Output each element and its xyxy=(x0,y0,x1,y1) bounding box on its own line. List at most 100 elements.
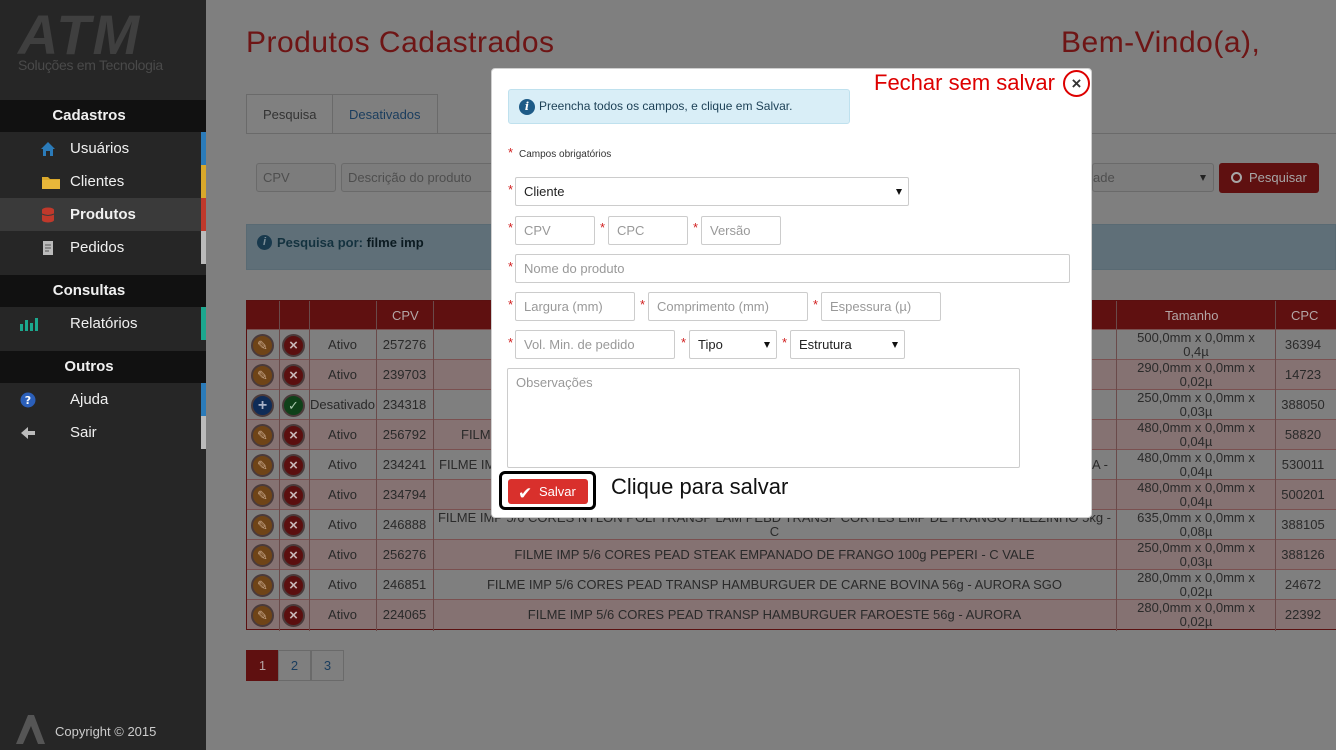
chevron-down-icon xyxy=(764,342,770,348)
delete-icon[interactable] xyxy=(282,364,305,387)
sidebar-item-label: Relatórios xyxy=(70,315,138,332)
cpv-input[interactable]: CPV xyxy=(515,216,595,245)
vol-min-input[interactable]: Vol. Min. de pedido xyxy=(515,330,675,359)
select-value: ade xyxy=(1093,170,1115,185)
required-star: * xyxy=(508,335,514,350)
delete-icon[interactable] xyxy=(282,514,305,537)
modal-close-button[interactable]: × xyxy=(1063,70,1090,97)
cliente-select[interactable]: Cliente xyxy=(515,177,909,206)
size-line: 635,0mm x 0,0mm x xyxy=(1137,510,1255,525)
description-cell: FILME IMP 5/6 CORES PEAD TRANSP HAMBURGU… xyxy=(527,607,1022,622)
search-description-input[interactable]: Descrição do produto xyxy=(341,163,501,192)
document-icon xyxy=(43,241,53,255)
close-annotation: Fechar sem salvar xyxy=(874,70,1055,95)
delete-icon[interactable] xyxy=(282,544,305,567)
size-line: 250,0mm x 0,0mm x xyxy=(1137,390,1255,405)
folder-icon xyxy=(42,177,60,189)
search-button[interactable]: Pesquisar xyxy=(1219,163,1319,193)
edit-icon[interactable] xyxy=(251,364,274,387)
sidebar-item-clientes[interactable]: Clientes xyxy=(0,165,206,198)
sidebar-item-label: Usuários xyxy=(70,140,130,157)
size-line: 0,08µ xyxy=(1179,524,1213,539)
cpv-cell: 234241 xyxy=(382,457,427,472)
required-note: Campos obrigatórios xyxy=(519,149,612,160)
brand-mark-icon xyxy=(16,715,45,744)
search-cpv-input[interactable]: CPV xyxy=(256,163,336,192)
description-cell: FILME IMP 5/6 CORES PEAD TRANSP HAMBURGU… xyxy=(486,577,1063,592)
delete-icon[interactable] xyxy=(282,334,305,357)
edit-icon[interactable] xyxy=(251,514,274,537)
sidebar-item-usuarios[interactable]: Usuários xyxy=(0,132,206,165)
new-product-modal: i Preencha todos os campos, e clique em … xyxy=(491,68,1092,518)
sidebar-item-ajuda[interactable]: ? Ajuda xyxy=(0,383,206,416)
size-line: 480,0mm x 0,0mm x xyxy=(1137,420,1255,435)
cpc-cell: 22392 xyxy=(1284,607,1322,622)
search-icon xyxy=(1231,172,1242,183)
required-star: * xyxy=(693,220,699,235)
size-cell: 480,0mm x 0,0mm x 0,04µ xyxy=(1117,421,1275,449)
bar-chart-icon xyxy=(20,318,38,331)
search-unit-select[interactable]: ade xyxy=(1092,163,1214,192)
delete-icon[interactable] xyxy=(282,424,305,447)
estrutura-select[interactable]: Estrutura xyxy=(790,330,905,359)
required-star: * xyxy=(508,145,514,160)
product-name-input[interactable]: Nome do produto xyxy=(515,254,1070,283)
comprimento-input[interactable]: Comprimento (mm) xyxy=(648,292,808,321)
header-tamanho: Tamanho xyxy=(1165,308,1219,323)
header-cpc: CPC xyxy=(1291,308,1319,323)
observacoes-textarea[interactable]: Observações xyxy=(507,368,1020,468)
cpc-cell: 388126 xyxy=(1281,547,1325,562)
page-2[interactable]: 2 xyxy=(278,650,311,681)
save-button[interactable]: ✔ Salvar xyxy=(508,479,588,504)
search-info-term: filme imp xyxy=(366,235,424,250)
brand-tagline: Soluções em Tecnologia xyxy=(18,57,163,73)
edit-icon[interactable] xyxy=(251,454,274,477)
edit-icon[interactable] xyxy=(251,604,274,627)
sidebar-item-produtos[interactable]: Produtos xyxy=(0,198,206,231)
tab-desativados[interactable]: Desativados xyxy=(332,94,438,134)
size-line: 0,03µ xyxy=(1179,554,1213,569)
sidebar-item-pedidos[interactable]: Pedidos xyxy=(0,231,206,264)
largura-input[interactable]: Largura (mm) xyxy=(515,292,635,321)
cpc-cell: 388105 xyxy=(1281,517,1325,532)
cpc-input[interactable]: CPC xyxy=(608,216,688,245)
sidebar-item-label: Ajuda xyxy=(70,391,109,408)
sidebar-item-relatorios[interactable]: Relatórios xyxy=(0,307,206,340)
tab-pesquisa[interactable]: Pesquisa xyxy=(246,94,334,134)
description-cell: FILME IMP 5/6 CORES PEAD STEAK EMPANADO … xyxy=(514,547,1035,562)
page-1[interactable]: 1 xyxy=(246,650,279,681)
status-cell: Ativo xyxy=(328,367,357,382)
cpv-cell: 234318 xyxy=(382,397,427,412)
delete-icon[interactable] xyxy=(282,604,305,627)
edit-icon[interactable] xyxy=(251,424,274,447)
versao-input[interactable]: Versão xyxy=(701,216,781,245)
sidebar-item-sair[interactable]: Sair xyxy=(0,416,206,449)
tipo-select[interactable]: Tipo xyxy=(689,330,777,359)
copyright: Copyright © 2015 xyxy=(55,724,157,739)
cpv-cell: 246851 xyxy=(382,577,427,592)
edit-icon[interactable] xyxy=(251,484,274,507)
status-cell: Ativo xyxy=(328,457,357,472)
sidebar-item-label: Pedidos xyxy=(70,239,125,256)
edit-icon[interactable] xyxy=(251,574,274,597)
status-cell: Ativo xyxy=(328,487,357,502)
size-cell: 500,0mm x 0,0mm x 0,4µ xyxy=(1117,331,1275,359)
edit-icon[interactable] xyxy=(251,544,274,567)
cpc-cell: 530011 xyxy=(1281,457,1325,472)
edit-icon[interactable] xyxy=(251,334,274,357)
espessura-input[interactable]: Espessura (µ) xyxy=(821,292,941,321)
add-icon[interactable] xyxy=(251,394,274,417)
delete-icon[interactable] xyxy=(282,454,305,477)
table-row: Ativo 246851 FILME IMP 5/6 CORES PEAD TRAN… xyxy=(247,569,1336,599)
home-icon xyxy=(41,142,55,156)
delete-icon[interactable] xyxy=(282,484,305,507)
size-cell: 250,0mm x 0,0mm x 0,03µ xyxy=(1117,541,1275,569)
check-icon[interactable] xyxy=(282,394,305,417)
chevron-down-icon xyxy=(896,189,902,195)
size-cell: 290,0mm x 0,0mm x 0,02µ xyxy=(1117,361,1275,389)
delete-icon[interactable] xyxy=(282,574,305,597)
nav-section-outros: Outros xyxy=(0,351,206,383)
cpv-cell: 256276 xyxy=(382,547,427,562)
cpc-cell: 388050 xyxy=(1281,397,1325,412)
page-3[interactable]: 3 xyxy=(311,650,344,681)
